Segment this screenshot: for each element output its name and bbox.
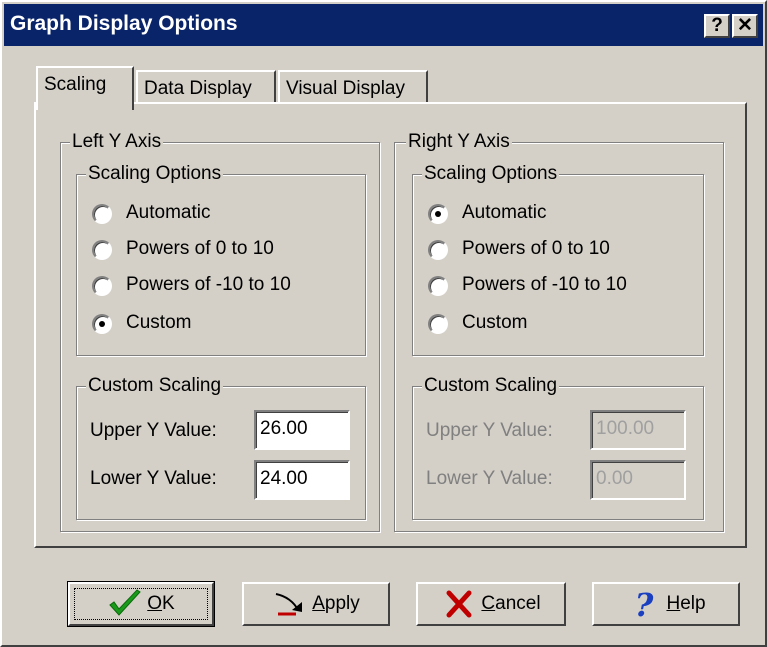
left-lower-label: Lower Y Value: [90, 468, 217, 489]
cancel-label: Cancel [481, 593, 541, 614]
left-radio-label: Powers of -10 to 10 [126, 274, 291, 295]
tab-label: Visual Display [286, 78, 405, 99]
help-label: Help [666, 593, 706, 614]
help-button[interactable]: ? Help [592, 582, 740, 626]
scaling-tab-panel: Left Y Axis Scaling Options Automatic Po… [34, 102, 747, 548]
title-bar: Graph Display Options ? ✕ [4, 4, 763, 46]
right-custom-scaling-title: Custom Scaling [422, 375, 560, 396]
left-radio-custom[interactable] [92, 314, 112, 334]
right-radio-powers-neg10-10[interactable] [428, 276, 448, 296]
left-radio-label: Powers of 0 to 10 [126, 238, 274, 259]
apply-label: Apply [312, 593, 360, 614]
ok-button[interactable]: OK [67, 581, 215, 627]
apply-button[interactable]: Apply [242, 582, 390, 626]
left-radio-automatic[interactable] [92, 204, 112, 224]
left-scaling-options-group [76, 174, 366, 356]
right-lower-label: Lower Y Value: [426, 468, 553, 489]
left-y-axis-title: Left Y Axis [70, 131, 164, 152]
red-x-icon [446, 590, 472, 618]
tab-scaling[interactable]: Scaling [36, 66, 134, 110]
tab-label: Scaling [44, 74, 107, 95]
left-upper-label: Upper Y Value: [90, 420, 217, 441]
right-radio-powers-0-10[interactable] [428, 240, 448, 260]
right-radio-label: Automatic [462, 202, 547, 223]
left-custom-scaling-title: Custom Scaling [86, 375, 224, 396]
right-scaling-options-title: Scaling Options [422, 163, 560, 184]
close-title-button[interactable]: ✕ [732, 14, 758, 38]
left-scaling-options-title: Scaling Options [86, 163, 224, 184]
right-radio-automatic[interactable] [428, 204, 448, 224]
left-radio-label: Automatic [126, 202, 211, 223]
right-lower-y-input: 0.00 [590, 460, 686, 500]
left-upper-y-input[interactable]: 26.00 [254, 410, 350, 450]
help-title-button[interactable]: ? [704, 14, 730, 38]
cancel-button[interactable]: Cancel [416, 582, 566, 626]
tab-label: Data Display [144, 78, 252, 99]
right-scaling-options-group [412, 174, 704, 356]
dialog-window: Graph Display Options ? ✕ Scaling Data D… [0, 0, 767, 647]
left-radio-powers-0-10[interactable] [92, 240, 112, 260]
apply-arrow-icon [276, 593, 303, 616]
question-mark-icon: ? [635, 588, 654, 620]
right-upper-label: Upper Y Value: [426, 420, 553, 441]
right-y-axis-title: Right Y Axis [406, 131, 512, 152]
window-title: Graph Display Options [10, 12, 238, 35]
left-radio-powers-neg10-10[interactable] [92, 276, 112, 296]
left-radio-label: Custom [126, 312, 192, 333]
left-lower-y-input[interactable]: 24.00 [254, 460, 350, 500]
right-radio-label: Powers of -10 to 10 [462, 274, 627, 295]
svg-text:?: ? [635, 588, 654, 620]
right-radio-custom[interactable] [428, 314, 448, 334]
right-radio-label: Powers of 0 to 10 [462, 238, 610, 259]
right-radio-label: Custom [462, 312, 528, 333]
right-upper-y-input: 100.00 [590, 410, 686, 450]
